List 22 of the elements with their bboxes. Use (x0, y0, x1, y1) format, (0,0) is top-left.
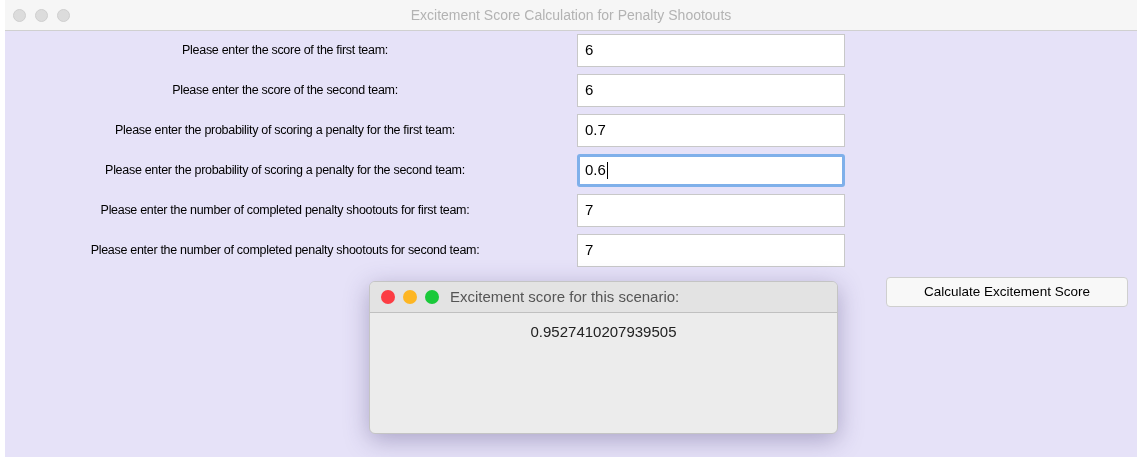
window-control-icon[interactable] (57, 9, 70, 22)
window-control-icon[interactable] (35, 9, 48, 22)
field-label: Please enter the score of the first team: (182, 42, 388, 60)
input-field[interactable]: 0.6 (577, 154, 845, 187)
field-label: Please enter the probability of scoring a penalty for the first team: (115, 122, 455, 140)
field-label: Please enter the score of the second team: (172, 82, 398, 100)
field-label: Please enter the probability of scoring a penalty for the second team: (105, 162, 465, 180)
result-value: 0.9527410207939505 (530, 322, 677, 342)
input-field[interactable]: 7 (577, 234, 845, 267)
calculate-button[interactable]: Calculate Excitement Score (886, 277, 1128, 307)
maximize-icon[interactable] (425, 290, 439, 304)
input-field[interactable]: 6 (577, 34, 845, 67)
window-title: Excitement Score Calculation for Penalty Shootouts (410, 5, 732, 25)
dialog-title: Excitement score for this scenario: (450, 286, 680, 307)
minimize-icon[interactable] (403, 290, 417, 304)
input-field[interactable]: 0.7 (577, 114, 845, 147)
input-field[interactable]: 7 (577, 194, 845, 227)
window-control-icon[interactable] (13, 9, 26, 22)
input-field[interactable]: 6 (577, 74, 845, 107)
field-label: Please enter the number of completed penalty shootouts for first team: (100, 202, 470, 220)
field-label: Please enter the number of completed penalty shootouts for second team: (90, 242, 480, 260)
close-icon[interactable] (381, 290, 395, 304)
